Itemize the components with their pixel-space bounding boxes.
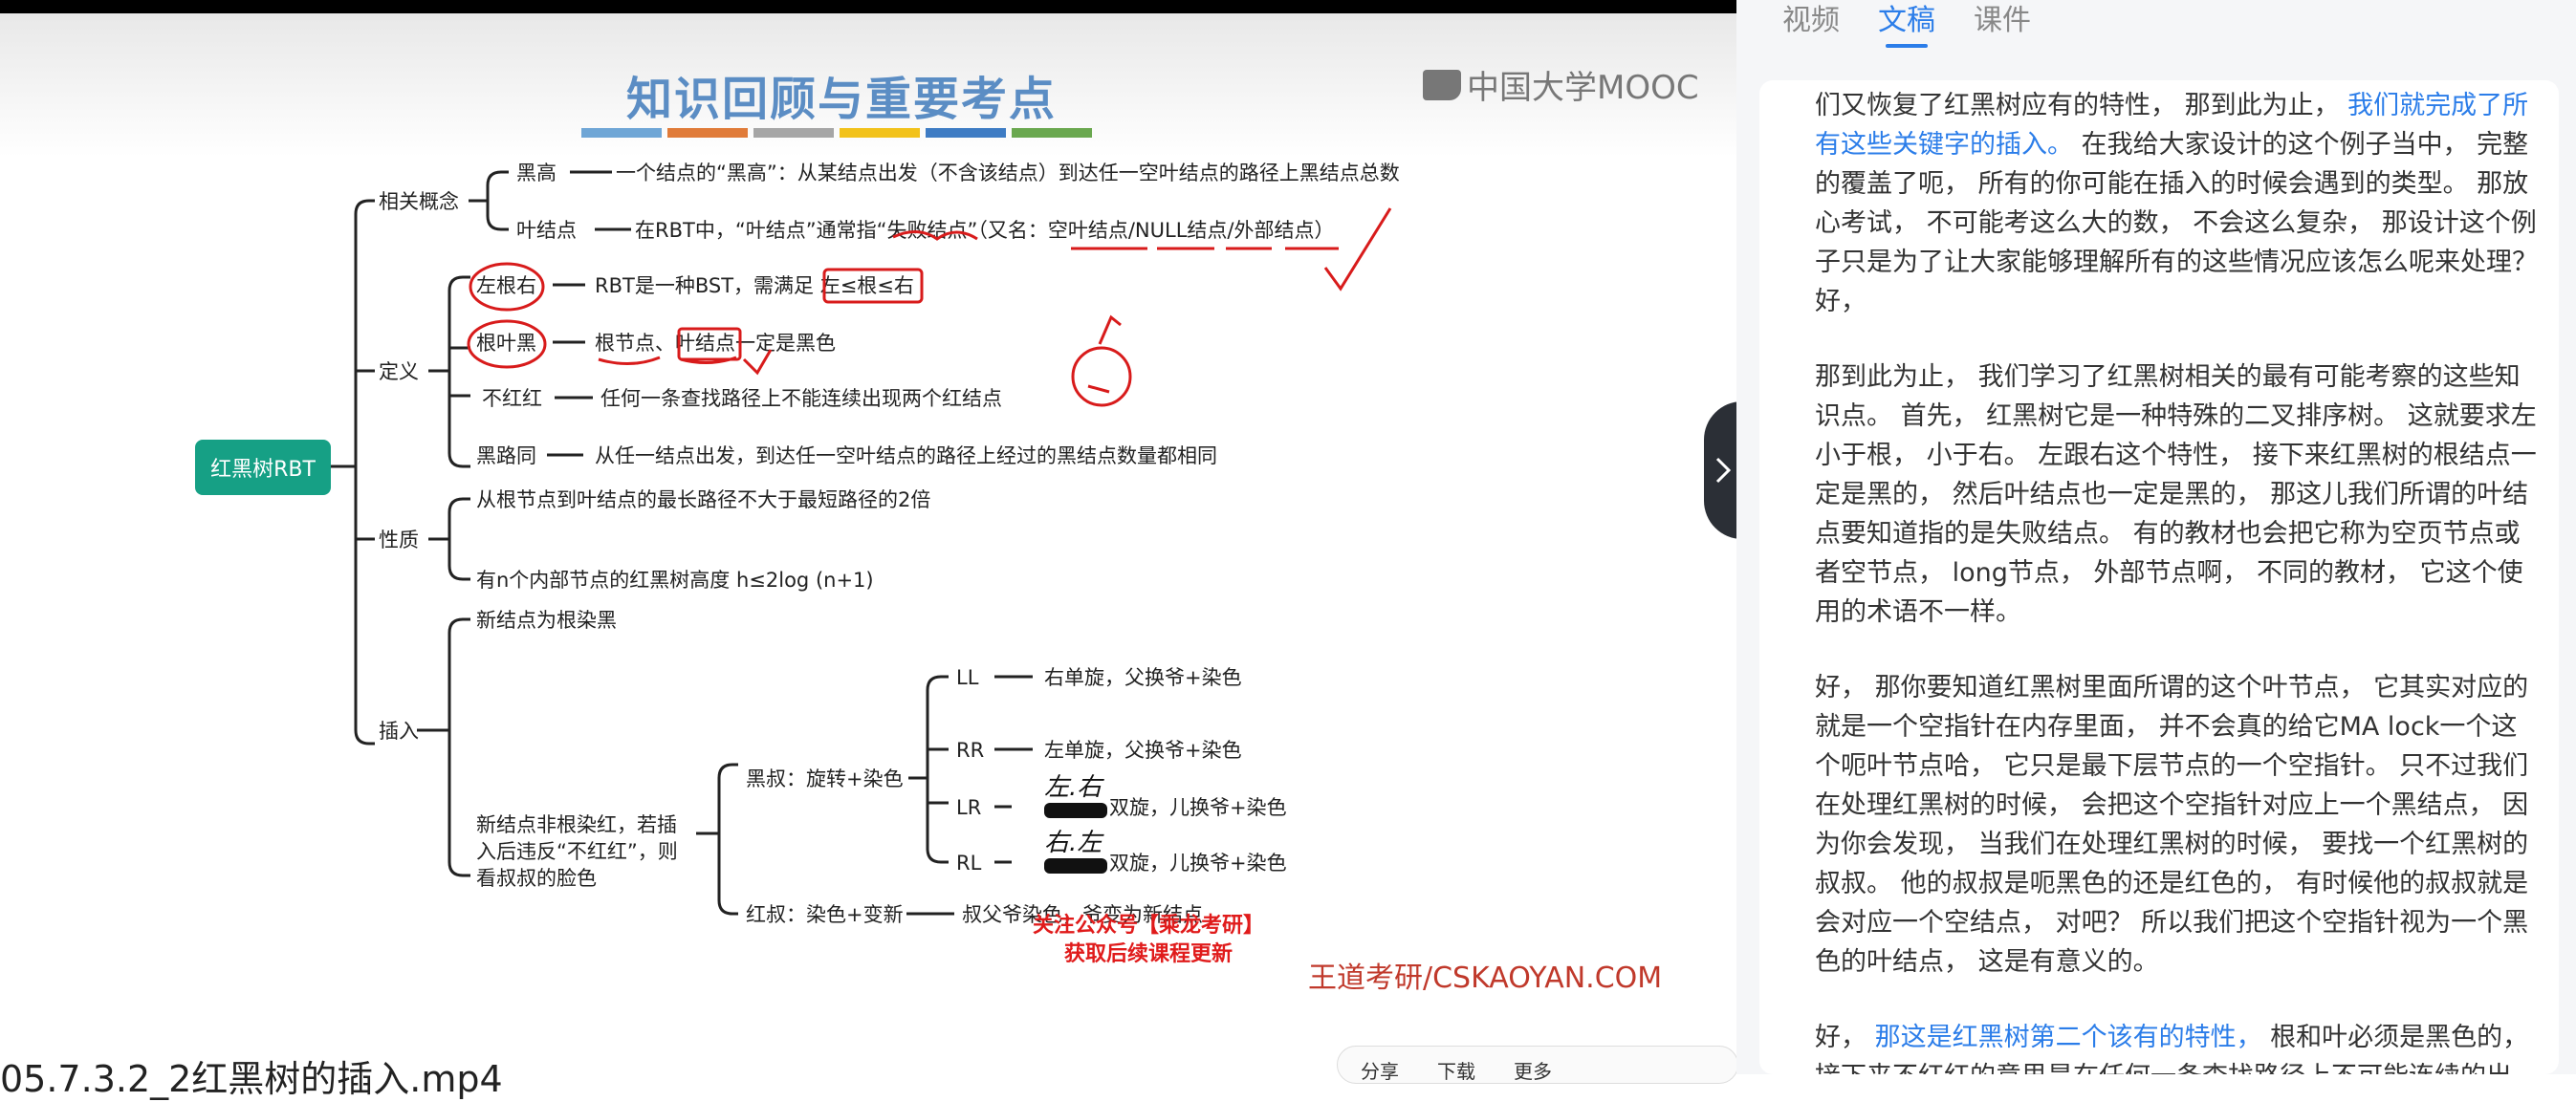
download-button[interactable]: 下载 (1437, 1056, 1475, 1083)
watermark-red: 关注公众号【乘龙考研】 获取后续课程更新 (1033, 912, 1264, 969)
insertion-case-nonroot-line2: 入后违反“不红红”，则 (476, 840, 678, 863)
share-button[interactable]: 分享 (1361, 1056, 1399, 1083)
case-ll: LL (956, 666, 979, 689)
more-button[interactable]: 更多 (1514, 1056, 1552, 1083)
watermark-red-line1: 关注公众号【乘龙考研】 (1033, 914, 1265, 938)
transcript-paragraph: 那到此为止， 我们学习了红黑树相关的最有可能考察的这些知识点。 首先， 红黑树它… (1815, 357, 2542, 632)
transcript-paragraph: 好， 那这是红黑树第二个该有的特性， 根和叶必须是黑色的， 接下来不红红的意思是… (1815, 1018, 2542, 1074)
definition-label-3: 不红红 (482, 387, 542, 410)
insertion-case-nonroot-line1: 新结点非根染红，若插 (476, 813, 677, 836)
transcript-text: 们又恢复了红黑树应有的特性， 那到此为止， (1815, 91, 2348, 120)
red-uncle: 红叔：染色+变新 (746, 903, 904, 926)
slide: 知识回顾与重要考点 中国大学MOOC 红黑树RBT 相关概念 定义 性质 插入 … (0, 13, 1736, 1002)
group-properties: 性质 (379, 529, 419, 551)
concept-leaf-text: 在RBT中，“叶结点”通常指“失败结点”（又名：空叶结点/NULL结点/外部结点… (635, 219, 1334, 242)
definition-text-1: RBT是一种BST，需满足 左≤根≤右 (595, 274, 914, 297)
case-rl-text: 双旋，儿换爷+染色 (1109, 852, 1287, 875)
case-rr: RR (956, 739, 984, 762)
mind-map: 红黑树RBT 相关概念 定义 性质 插入 黑高 一个结点的“黑高”：从某结点出发… (195, 162, 1400, 926)
case-lr: LR (956, 796, 981, 819)
transcript-text: 好， 那你要知道红黑树里面所谓的这个叶节点， 它其实对应的就是一个空指针在内存里… (1815, 673, 2529, 977)
definition-text-2: 根节点、叶结点一定是黑色 (595, 332, 836, 355)
chevron-right-icon (1715, 457, 1732, 484)
insertion-case-nonroot-line3: 看叔叔的脸色 (476, 867, 597, 890)
root-node: 红黑树RBT (210, 458, 316, 482)
transcript-paragraph: 们又恢复了红黑树应有的特性， 那到此为止， 我们就完成了所有这些关键字的插入。 … (1815, 86, 2542, 321)
transcript-text: 那到此为止， 我们学习了红黑树相关的最有可能考察的这些知识点。 首先， 红黑树它… (1815, 362, 2537, 627)
group-definition: 定义 (379, 360, 419, 383)
tab-transcript[interactable]: 文稿 (1878, 0, 1935, 48)
concept-black-height-text: 一个结点的“黑高”：从某结点出发（不含该结点）到达任一空叶结点的路径上黑结点总数 (616, 162, 1400, 184)
side-panel: 视频 文稿 课件 们又恢复了红黑树应有的特性， 那到此为止， 我们就完成了所有这… (1736, 0, 2576, 1074)
watermark-site: 王道考研/CSKAOYAN.COM (1308, 962, 1663, 995)
transcript-text: 好， (1815, 1023, 1875, 1052)
tab-video[interactable]: 视频 (1782, 0, 1840, 38)
definition-label-4: 黑路同 (476, 444, 536, 467)
handwritten-note-lr: 左.右 (1044, 773, 1104, 802)
group-insertion: 插入 (379, 720, 419, 743)
case-rr-text: 左单旋，父换爷+染色 (1044, 739, 1242, 762)
handwritten-note-rl: 右.左 (1044, 829, 1104, 857)
transcript-paragraph: 好， 那你要知道红黑树里面所谓的这个叶节点， 它其实对应的就是一个空指针在内存里… (1815, 668, 2542, 982)
transcript-highlight: 那这是红黑树第二个该有的特性， (1874, 1023, 2262, 1052)
video-actions: 分享 下载 更多 (1337, 1046, 1738, 1084)
definition-text-4: 从任一结点出发，到达任一空叶结点的路径上经过的黑结点数量都相同 (595, 444, 1217, 467)
case-ll-text: 右单旋，父换爷+染色 (1044, 666, 1242, 689)
black-uncle: 黑叔：旋转+染色 (746, 767, 904, 790)
transcript[interactable]: 们又恢复了红黑树应有的特性， 那到此为止， 我们就完成了所有这些关键字的插入。 … (1759, 80, 2559, 1074)
insertion-case-root: 新结点为根染黑 (476, 609, 617, 632)
tab-courseware[interactable]: 课件 (1974, 0, 2031, 38)
panel-tabs: 视频 文稿 课件 (1782, 0, 2031, 48)
definition-label-2: 根叶黑 (476, 332, 536, 355)
group-concepts: 相关概念 (379, 190, 459, 213)
definition-label-1: 左根右 (476, 274, 536, 297)
concept-black-height-label: 黑高 (516, 162, 557, 184)
watermark-red-line2: 获取后续课程更新 (1064, 942, 1233, 966)
definition-text-3: 任何一条查找路径上不能连续出现两个红结点 (600, 387, 1002, 410)
case-lr-text: 双旋，儿换爷+染色 (1109, 796, 1287, 819)
case-rl: RL (956, 852, 982, 875)
property-2: 有n个内部节点的红黑树高度 h≤2log (n+1) (476, 569, 874, 592)
property-1: 从根节点到叶结点的最长路径不大于最短路径的2倍 (476, 488, 930, 511)
video-file-name: 05.7.3.2_2红黑树的插入.mp4 (0, 1058, 503, 1100)
video-player[interactable]: 知识回顾与重要考点 中国大学MOOC 红黑树RBT 相关概念 定义 性质 插入 … (0, 0, 1742, 1002)
concept-leaf-label: 叶结点 (516, 219, 577, 242)
